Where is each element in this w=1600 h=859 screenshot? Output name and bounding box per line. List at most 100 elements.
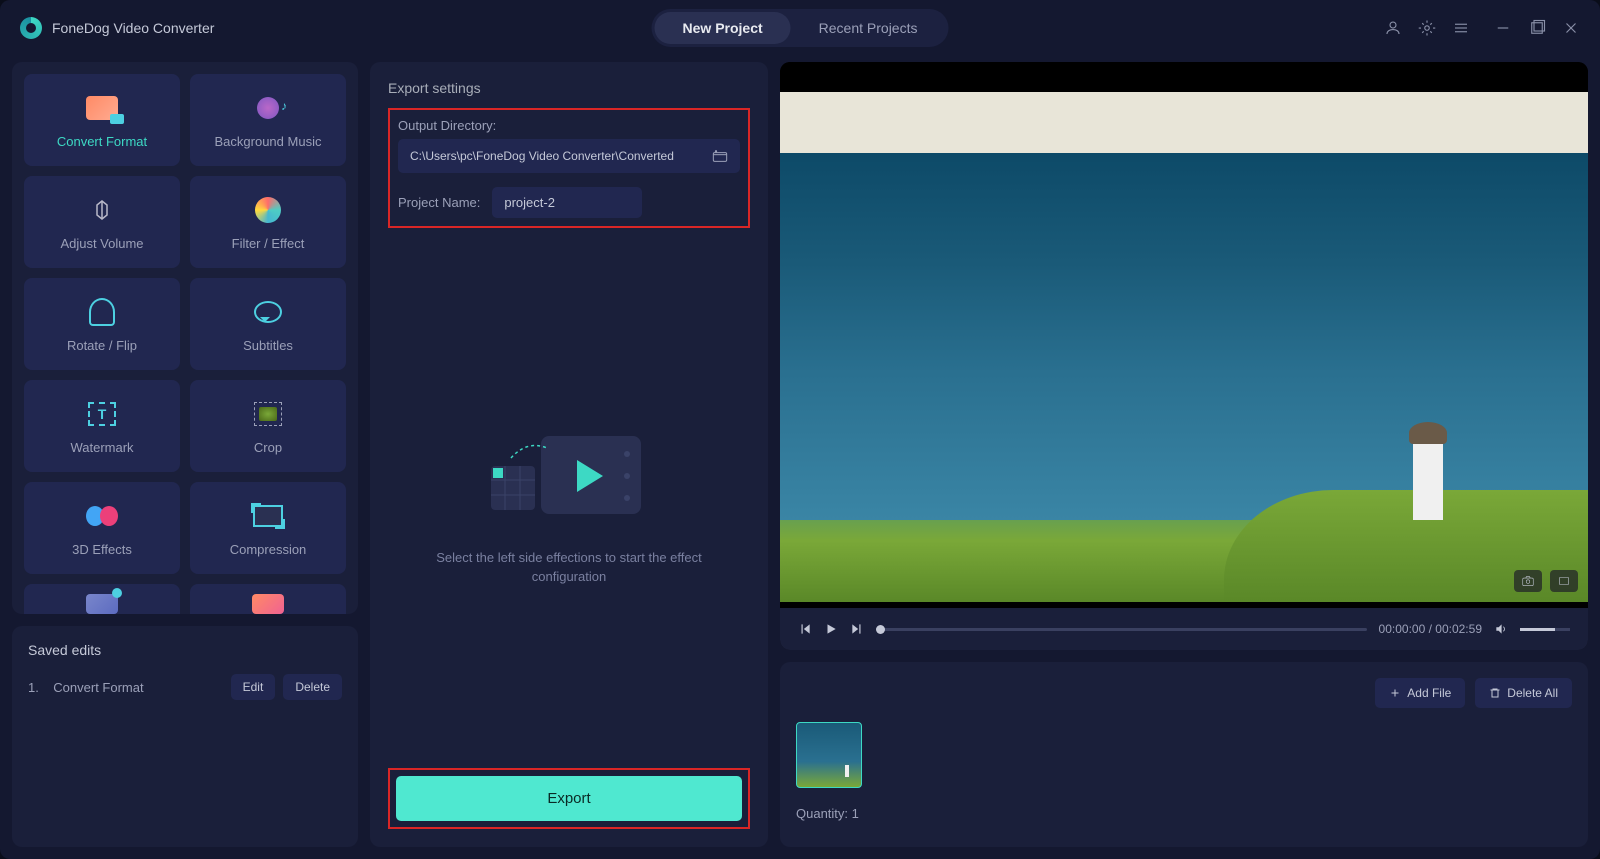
add-file-label: Add File: [1407, 686, 1451, 700]
saved-edits-panel: Saved edits 1. Convert Format Edit Delet…: [12, 626, 358, 847]
tool-convert-format[interactable]: Convert Format: [24, 74, 180, 166]
partial-tool-1-icon: [86, 588, 118, 614]
left-panel: Convert Format Background Music Adjust V…: [12, 62, 358, 847]
tool-adjust-volume[interactable]: Adjust Volume: [24, 176, 180, 268]
tool-label: Rotate / Flip: [67, 338, 137, 353]
output-directory-field[interactable]: C:\Users\pc\FoneDog Video Converter\Conv…: [398, 139, 740, 173]
tool-partial-2[interactable]: [190, 584, 346, 614]
adjust-volume-icon: [86, 194, 118, 226]
timeline-slider[interactable]: [876, 628, 1367, 631]
quantity-value: 1: [852, 806, 859, 821]
window-controls: [1494, 19, 1580, 37]
saved-edit-row: 1. Convert Format Edit Delete: [28, 674, 342, 700]
saved-edit-label: Convert Format: [53, 680, 143, 695]
tool-background-music[interactable]: Background Music: [190, 74, 346, 166]
titlebar-right: [1384, 19, 1580, 37]
main-tabs: New Project Recent Projects: [652, 9, 949, 47]
close-icon[interactable]: [1562, 19, 1580, 37]
saved-edit-actions: Edit Delete: [231, 674, 342, 700]
tool-label: Convert Format: [57, 134, 147, 149]
volume-slider[interactable]: [1520, 628, 1570, 631]
tool-label: Background Music: [215, 134, 322, 149]
player-controls: 00:00:00 / 00:02:59: [780, 608, 1588, 650]
tab-new-project[interactable]: New Project: [655, 12, 791, 44]
main-content: Convert Format Background Music Adjust V…: [0, 56, 1600, 859]
export-settings-title: Export settings: [388, 80, 750, 96]
plus-icon: [1389, 687, 1401, 699]
export-settings-highlight: Output Directory: C:\Users\pc\FoneDog Vi…: [388, 108, 750, 228]
tool-label: Compression: [230, 542, 307, 557]
app-title: FoneDog Video Converter: [52, 20, 214, 36]
filter-effect-icon: [252, 194, 284, 226]
files-toolbar: Add File Delete All: [796, 678, 1572, 708]
project-name-input[interactable]: [492, 187, 642, 218]
total-time: 00:02:59: [1435, 622, 1482, 636]
settings-icon[interactable]: [1418, 19, 1436, 37]
three-d-effects-icon: [86, 500, 118, 532]
maximize-icon[interactable]: [1528, 19, 1546, 37]
subtitles-icon: [252, 296, 284, 328]
quantity-display: Quantity: 1: [796, 806, 1572, 821]
next-icon[interactable]: [850, 622, 864, 636]
project-name-label: Project Name:: [398, 195, 480, 210]
delete-all-label: Delete All: [1507, 686, 1558, 700]
background-music-icon: [252, 92, 284, 124]
file-thumbnails: [796, 722, 1572, 788]
output-directory-label: Output Directory:: [398, 118, 740, 133]
output-directory-value: C:\Users\pc\FoneDog Video Converter\Conv…: [410, 149, 674, 163]
play-icon[interactable]: [824, 622, 838, 636]
user-icon[interactable]: [1384, 19, 1402, 37]
minimize-icon[interactable]: [1494, 19, 1512, 37]
add-file-button[interactable]: Add File: [1375, 678, 1465, 708]
tool-3d-effects[interactable]: 3D Effects: [24, 482, 180, 574]
snapshot-icon[interactable]: [1514, 570, 1542, 592]
saved-edit-index: 1.: [28, 680, 39, 695]
tool-subtitles[interactable]: Subtitles: [190, 278, 346, 370]
tool-crop[interactable]: Crop: [190, 380, 346, 472]
tool-compression[interactable]: Compression: [190, 482, 346, 574]
right-panel: 00:00:00 / 00:02:59 Add File Delete All: [780, 62, 1588, 847]
delete-button[interactable]: Delete: [283, 674, 342, 700]
placeholder-graphic-icon: [479, 418, 659, 528]
tool-label: Subtitles: [243, 338, 293, 353]
placeholder-text: Select the left side effections to start…: [419, 548, 719, 587]
edit-button[interactable]: Edit: [231, 674, 276, 700]
lighthouse-graphic: [1413, 440, 1443, 520]
crop-icon: [252, 398, 284, 430]
tool-filter-effect[interactable]: Filter / Effect: [190, 176, 346, 268]
playback-buttons: [798, 622, 864, 636]
logo-section: FoneDog Video Converter: [20, 17, 214, 39]
saved-edits-title: Saved edits: [28, 642, 342, 658]
watermark-icon: T: [86, 398, 118, 430]
tool-label: Adjust Volume: [60, 236, 143, 251]
browse-folder-icon[interactable]: [712, 149, 728, 163]
video-preview[interactable]: [780, 92, 1588, 602]
app-logo-icon: [20, 17, 42, 39]
tools-grid: Convert Format Background Music Adjust V…: [12, 62, 358, 614]
volume-icon[interactable]: [1494, 622, 1508, 636]
export-button-highlight: Export: [388, 768, 750, 829]
preview-overlay-controls: [1514, 570, 1578, 592]
effect-placeholder: Select the left side effections to start…: [388, 236, 750, 768]
partial-tool-2-icon: [252, 588, 284, 614]
tool-label: Watermark: [70, 440, 133, 455]
fullscreen-icon[interactable]: [1550, 570, 1578, 592]
tool-watermark[interactable]: T Watermark: [24, 380, 180, 472]
rotate-flip-icon: [86, 296, 118, 328]
convert-format-icon: [86, 92, 118, 124]
files-panel: Add File Delete All Quantity: 1: [780, 662, 1588, 847]
compression-icon: [252, 500, 284, 532]
tool-label: Filter / Effect: [232, 236, 305, 251]
current-time: 00:00:00: [1379, 622, 1426, 636]
export-settings-panel: Export settings Output Directory: C:\Use…: [370, 62, 768, 847]
saved-edit-item: 1. Convert Format: [28, 680, 144, 695]
menu-icon[interactable]: [1452, 19, 1470, 37]
file-thumbnail[interactable]: [796, 722, 862, 788]
tab-recent-projects[interactable]: Recent Projects: [791, 12, 946, 44]
delete-all-button[interactable]: Delete All: [1475, 678, 1572, 708]
previous-icon[interactable]: [798, 622, 812, 636]
tool-partial-1[interactable]: [24, 584, 180, 614]
preview-letterbox-top: [780, 62, 1588, 92]
export-button[interactable]: Export: [396, 776, 742, 821]
tool-rotate-flip[interactable]: Rotate / Flip: [24, 278, 180, 370]
